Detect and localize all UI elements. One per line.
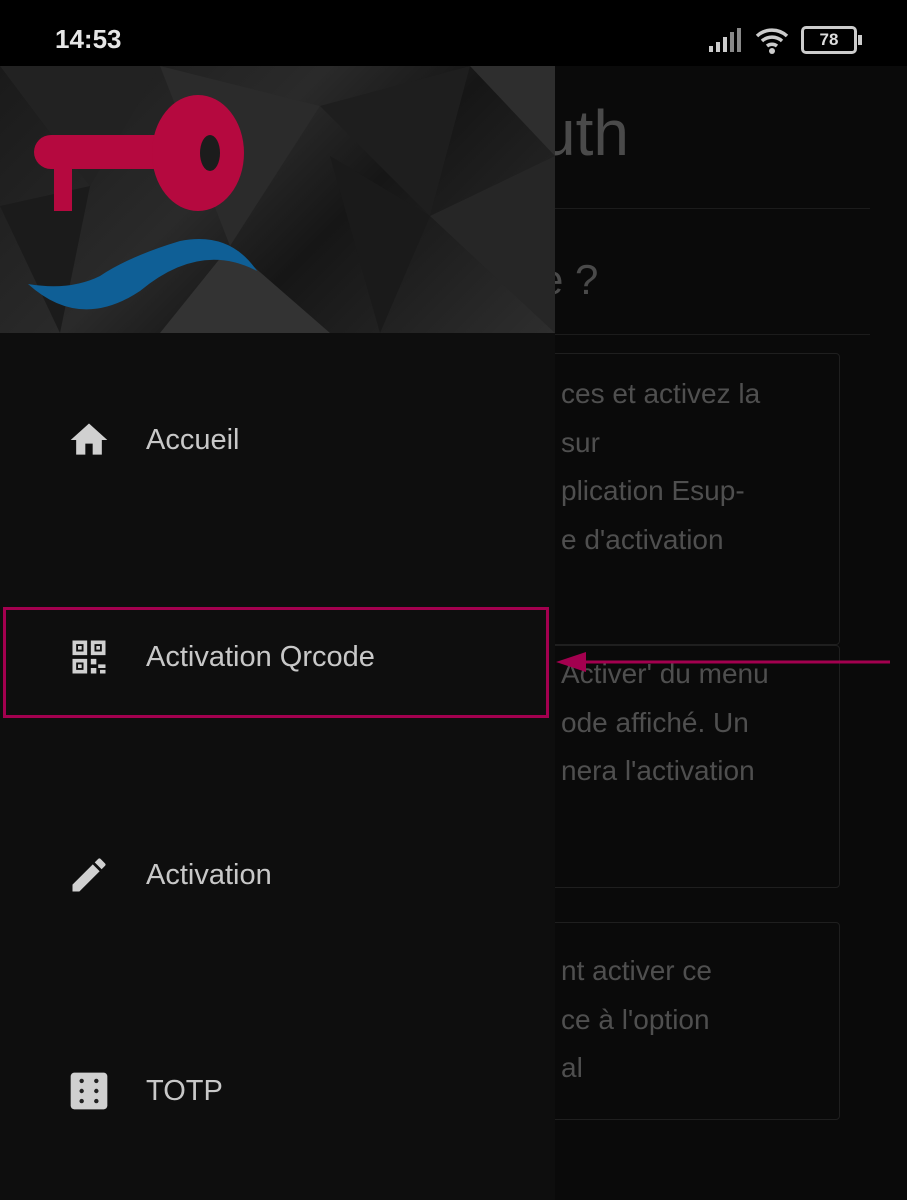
wifi-icon <box>755 28 789 54</box>
menu-item-label: Accueil <box>146 423 240 456</box>
pencil-icon <box>72 858 106 892</box>
arrow-annotation-icon <box>556 652 890 672</box>
info-card: ces et activez la sur plication Esup- e … <box>520 353 840 645</box>
divider <box>540 208 870 209</box>
menu-item-accueil[interactable]: Accueil <box>0 385 555 495</box>
menu-item-label: Activation <box>146 858 272 891</box>
home-icon <box>70 423 108 455</box>
menu-item-activation[interactable]: Activation <box>0 820 555 930</box>
card-line: ces et activez la <box>561 378 761 409</box>
highlight-box <box>3 607 549 718</box>
drawer-header <box>0 66 555 333</box>
card-line: nera l'activation <box>561 755 755 786</box>
card-line: ce à l'option <box>561 1003 710 1035</box>
menu-item-totp[interactable]: TOTP <box>0 1036 555 1146</box>
card-line: e d'activation <box>561 523 724 555</box>
battery-icon: 78 <box>801 26 862 54</box>
info-card: Activer' du menu ode affiché. Un nera l'… <box>520 645 840 888</box>
card-line: plication Esup- <box>561 475 745 506</box>
battery-level: 78 <box>819 30 839 49</box>
dice-icon <box>70 1072 108 1110</box>
status-time: 14:53 <box>55 24 122 54</box>
info-card: nt activer ce ce à l'option al <box>520 922 840 1120</box>
key-wave-logo <box>28 95 257 310</box>
divider <box>540 334 870 335</box>
card-line: nt activer ce <box>561 955 712 986</box>
card-line: al <box>561 1052 583 1083</box>
signal-icon <box>709 28 741 52</box>
menu-item-label: TOTP <box>146 1074 223 1107</box>
card-line: sur <box>561 426 600 458</box>
status-bar: 14:53 78 <box>0 0 907 66</box>
card-line: ode affiché. Un <box>561 706 749 738</box>
